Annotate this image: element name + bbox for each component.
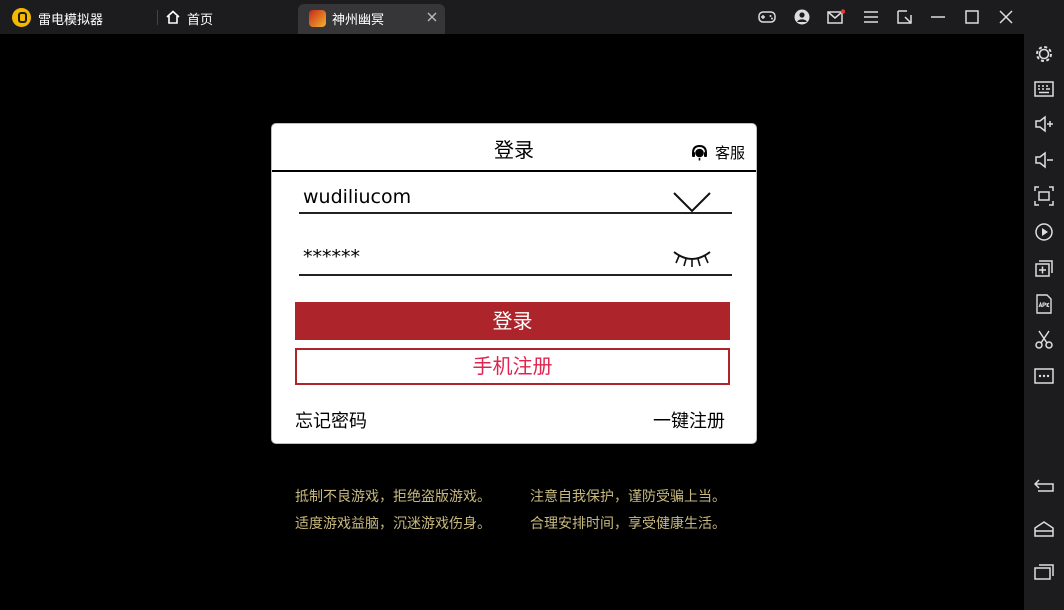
title-bar: 雷电模拟器 首页 神州幽冥: [0, 0, 1064, 34]
notice-line1-left: 抵制不良游戏，拒绝盗版游戏。: [295, 489, 491, 505]
tab-home[interactable]: 首页: [187, 9, 213, 28]
right-toolbar: [1024, 34, 1064, 610]
user-avatar-icon[interactable]: [793, 9, 811, 25]
shrink-window-icon[interactable]: [896, 9, 914, 25]
more-options-icon[interactable]: [1034, 366, 1054, 386]
mail-icon[interactable]: [827, 9, 845, 25]
tab-separator: [157, 10, 158, 25]
app-title: 雷电模拟器: [38, 13, 104, 28]
scissors-icon[interactable]: [1034, 330, 1054, 350]
username-value: wudiliucom: [303, 186, 412, 208]
password-underline: [299, 274, 732, 276]
maximize-icon[interactable]: [963, 9, 981, 25]
home-button-icon[interactable]: [1034, 519, 1054, 539]
tab-game-label: 神州幽冥: [332, 13, 385, 28]
volume-down-icon[interactable]: [1034, 150, 1054, 170]
back-icon[interactable]: [1034, 475, 1054, 495]
one-key-register-link[interactable]: 一键注册: [653, 407, 725, 433]
eye-closed-icon[interactable]: [671, 244, 713, 272]
record-play-icon[interactable]: [1034, 222, 1054, 242]
minimize-icon[interactable]: [929, 9, 947, 25]
password-field[interactable]: ******: [299, 246, 732, 276]
login-button[interactable]: 登录: [295, 302, 730, 340]
emulator-logo-icon: [12, 8, 31, 27]
title-divider: [272, 170, 756, 172]
game-app-icon: [309, 10, 326, 27]
install-apk-icon[interactable]: [1034, 294, 1054, 314]
close-tab-icon[interactable]: [426, 11, 438, 23]
settings-gear-icon[interactable]: [1034, 44, 1054, 64]
notice-line2-left: 适度游戏益脑，沉迷游戏伤身。: [295, 516, 491, 532]
notice-line2-right: 合理安排时间，享受健康生活。: [530, 516, 726, 532]
multi-instance-icon[interactable]: [1034, 258, 1054, 278]
forgot-password-link[interactable]: 忘记密码: [295, 407, 367, 433]
gamepad-icon[interactable]: [758, 9, 776, 25]
volume-up-icon[interactable]: [1034, 114, 1054, 134]
notice-line1-right: 注意自我保护，谨防受骗上当。: [530, 489, 726, 505]
dialog-title: 登录: [494, 138, 534, 162]
customer-service-label: 客服: [715, 144, 746, 162]
phone-register-button[interactable]: 手机注册: [295, 348, 730, 385]
tab-game[interactable]: 神州幽冥: [298, 4, 445, 34]
recent-apps-icon[interactable]: [1034, 562, 1054, 582]
username-field[interactable]: wudiliucom: [299, 186, 732, 214]
keyboard-icon[interactable]: [1034, 79, 1054, 99]
password-value: ******: [303, 246, 360, 268]
screenshot-icon[interactable]: [1034, 186, 1054, 206]
headset-icon: [692, 144, 707, 161]
login-dialog: 登录 客服 wudiliucom ****** 登录 手机注册 忘记密码 一键注…: [271, 123, 757, 444]
home-icon[interactable]: [166, 10, 180, 24]
close-window-icon[interactable]: [997, 9, 1015, 25]
username-underline: [299, 212, 732, 214]
menu-icon[interactable]: [862, 9, 880, 25]
